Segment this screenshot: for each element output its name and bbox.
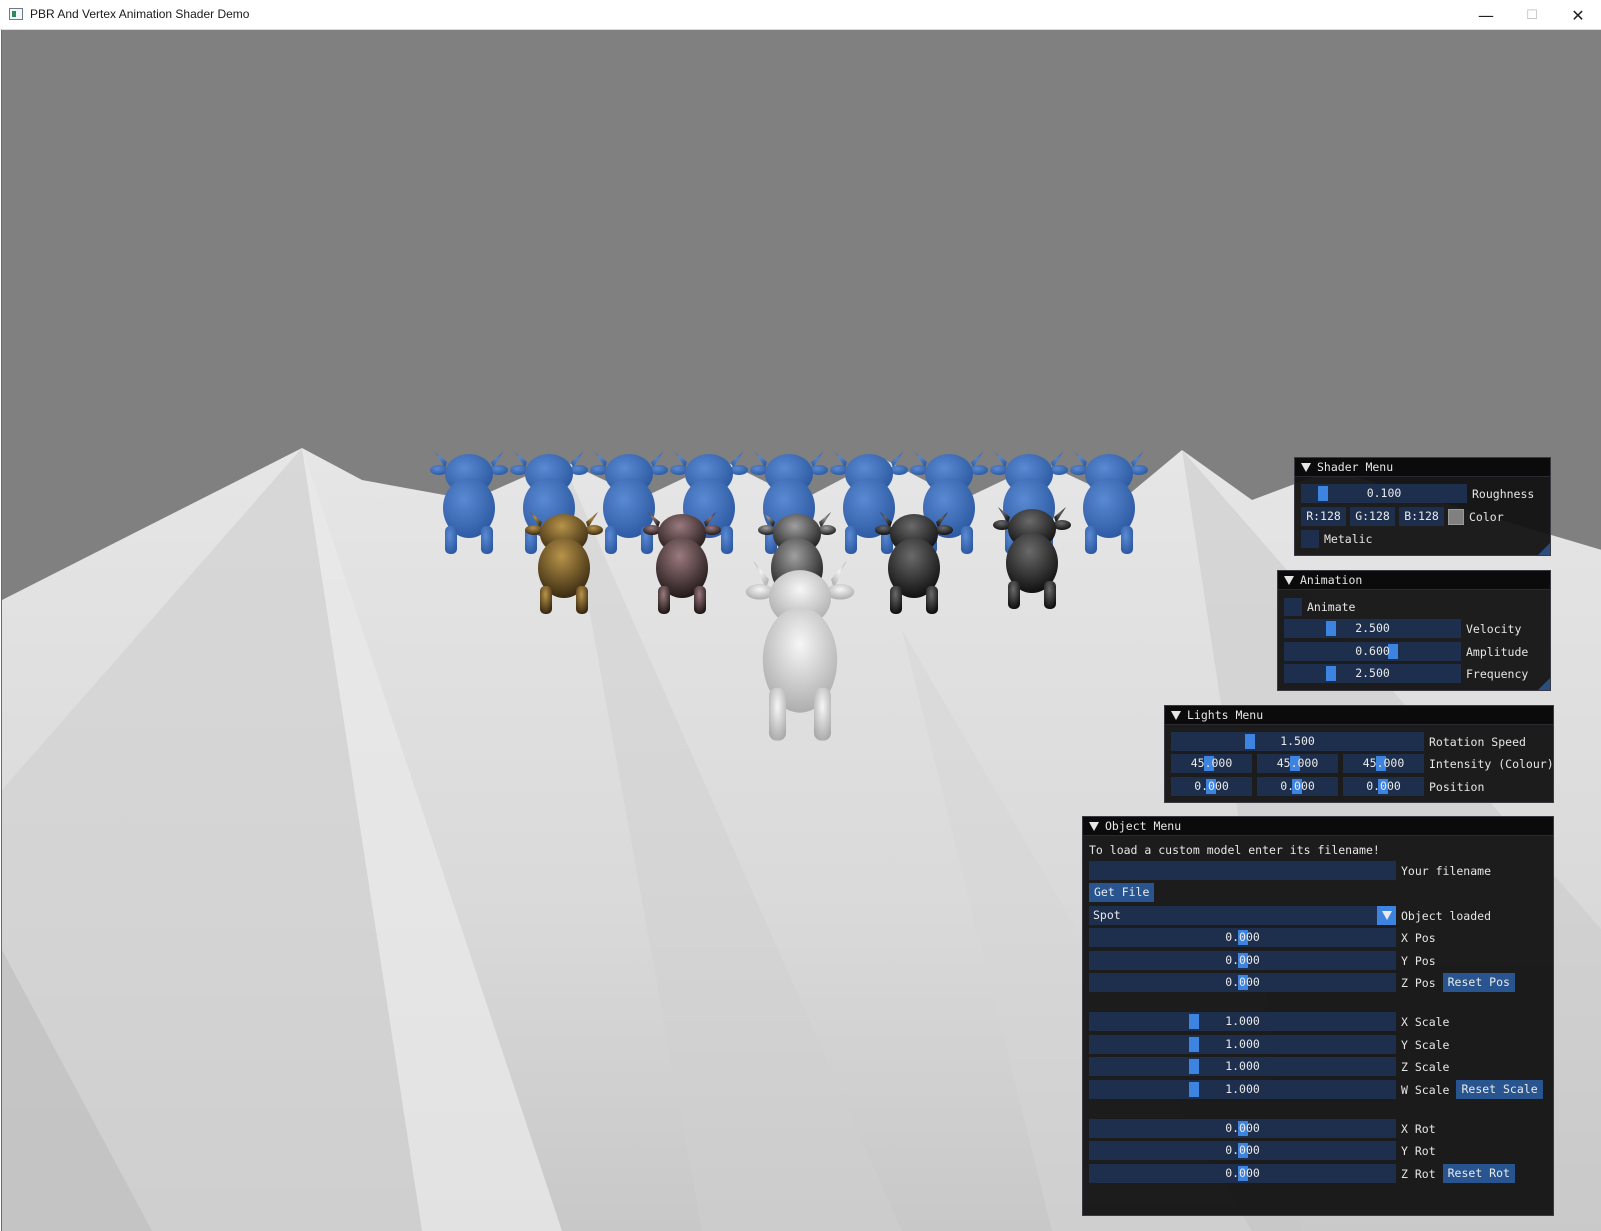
resize-grip[interactable]	[1538, 678, 1550, 690]
intensity-g-slider[interactable]: 45.000	[1257, 754, 1338, 773]
object-menu-panel[interactable]: Object Menu To load a custom model enter…	[1082, 816, 1554, 1216]
resize-grip[interactable]	[1538, 543, 1550, 555]
animate-label: Animate	[1307, 599, 1356, 614]
roughness-label: Roughness	[1472, 486, 1535, 501]
x-rot-slider[interactable]: 0.000	[1089, 1119, 1396, 1138]
metalic-checkbox[interactable]	[1301, 529, 1319, 548]
z-scale-slider[interactable]: 1.000	[1089, 1057, 1396, 1076]
shader-menu-header[interactable]: Shader Menu	[1295, 458, 1550, 477]
reset-rot-button[interactable]: Reset Rot	[1442, 1164, 1515, 1183]
collapse-triangle-icon[interactable]	[1171, 710, 1181, 720]
animation-panel[interactable]: Animation Animate 2.500 Velocity 0.600 A…	[1277, 570, 1551, 691]
reset-pos-button[interactable]: Reset Pos	[1442, 973, 1515, 992]
frequency-slider[interactable]: 2.500	[1284, 664, 1461, 683]
shader-menu-panel[interactable]: Shader Menu 0.100 Roughness R:128 G:128 …	[1294, 457, 1551, 556]
metalic-label: Metalic	[1324, 531, 1373, 546]
color-r-field[interactable]: R:128	[1301, 507, 1346, 526]
x-rot-label: X Rot	[1401, 1121, 1436, 1136]
animation-header[interactable]: Animation	[1278, 571, 1550, 590]
y-rot-label: Y Rot	[1401, 1143, 1436, 1158]
object-loaded-combo[interactable]: Spot	[1089, 906, 1396, 925]
z-pos-label: Z Pos	[1401, 975, 1436, 990]
close-button[interactable]: ✕	[1555, 0, 1601, 30]
x-scale-label: X Scale	[1401, 1014, 1450, 1029]
light-position-label: Position	[1429, 779, 1485, 794]
position-z-slider[interactable]: 0.000	[1343, 777, 1424, 796]
collapse-triangle-icon[interactable]	[1301, 462, 1311, 472]
y-pos-slider[interactable]: 0.000	[1089, 951, 1396, 970]
minimize-button[interactable]: —	[1463, 0, 1509, 30]
color-b-field[interactable]: B:128	[1399, 507, 1444, 526]
x-scale-slider[interactable]: 1.000	[1089, 1012, 1396, 1031]
object-menu-header[interactable]: Object Menu	[1083, 817, 1553, 836]
rotation-speed-slider[interactable]: 1.500	[1171, 732, 1424, 751]
custom-model-hint: To load a custom model enter its filenam…	[1089, 843, 1380, 857]
window-title: PBR And Vertex Animation Shader Demo	[30, 7, 250, 21]
color-label: Color	[1469, 509, 1504, 524]
intensity-label: Intensity (Colour)	[1429, 756, 1554, 771]
object-menu-title: Object Menu	[1105, 819, 1182, 833]
z-rot-label: Z Rot	[1401, 1166, 1436, 1181]
intensity-b-slider[interactable]: 45.000	[1343, 754, 1424, 773]
combo-arrow-icon[interactable]	[1377, 906, 1396, 925]
y-scale-label: Y Scale	[1401, 1037, 1450, 1052]
y-scale-slider[interactable]: 1.000	[1089, 1035, 1396, 1054]
w-scale-label: W Scale	[1401, 1082, 1450, 1097]
z-scale-label: Z Scale	[1401, 1059, 1450, 1074]
filename-input[interactable]	[1089, 861, 1396, 880]
z-pos-slider[interactable]: 0.000	[1089, 973, 1396, 992]
collapse-triangle-icon[interactable]	[1089, 821, 1099, 831]
app-icon	[9, 8, 23, 20]
lights-menu-panel[interactable]: Lights Menu 1.500 Rotation Speed 45.000 …	[1164, 705, 1554, 803]
get-file-button[interactable]: Get File	[1089, 883, 1155, 902]
animate-checkbox[interactable]	[1284, 597, 1302, 616]
color-g-field[interactable]: G:128	[1350, 507, 1395, 526]
frequency-label: Frequency	[1466, 666, 1529, 681]
roughness-value: 0.100	[1366, 486, 1402, 500]
x-pos-slider[interactable]: 0.000	[1089, 928, 1396, 947]
shader-menu-title: Shader Menu	[1317, 460, 1394, 474]
x-pos-label: X Pos	[1401, 930, 1436, 945]
maximize-button[interactable]: ☐	[1509, 0, 1555, 30]
color-swatch[interactable]	[1448, 508, 1464, 525]
object-loaded-label: Object loaded	[1401, 908, 1492, 923]
velocity-label: Velocity	[1466, 621, 1522, 636]
lights-menu-title: Lights Menu	[1187, 708, 1264, 722]
z-rot-slider[interactable]: 0.000	[1089, 1164, 1396, 1183]
velocity-slider[interactable]: 2.500	[1284, 619, 1461, 638]
animation-title: Animation	[1300, 573, 1363, 587]
intensity-r-slider[interactable]: 45.000	[1171, 754, 1252, 773]
y-rot-slider[interactable]: 0.000	[1089, 1141, 1396, 1160]
rotation-speed-label: Rotation Speed	[1429, 734, 1526, 749]
y-pos-label: Y Pos	[1401, 953, 1436, 968]
w-scale-slider[interactable]: 1.000	[1089, 1080, 1396, 1099]
collapse-triangle-icon[interactable]	[1284, 575, 1294, 585]
lights-menu-header[interactable]: Lights Menu	[1165, 706, 1553, 725]
position-x-slider[interactable]: 0.000	[1171, 777, 1252, 796]
roughness-slider[interactable]: 0.100	[1301, 484, 1467, 503]
title-bar[interactable]: PBR And Vertex Animation Shader Demo — ☐…	[0, 0, 1601, 30]
amplitude-label: Amplitude	[1466, 644, 1529, 659]
position-y-slider[interactable]: 0.000	[1257, 777, 1338, 796]
amplitude-slider[interactable]: 0.600	[1284, 642, 1461, 661]
filename-label: Your filename	[1401, 863, 1492, 878]
reset-scale-button[interactable]: Reset Scale	[1456, 1080, 1543, 1099]
